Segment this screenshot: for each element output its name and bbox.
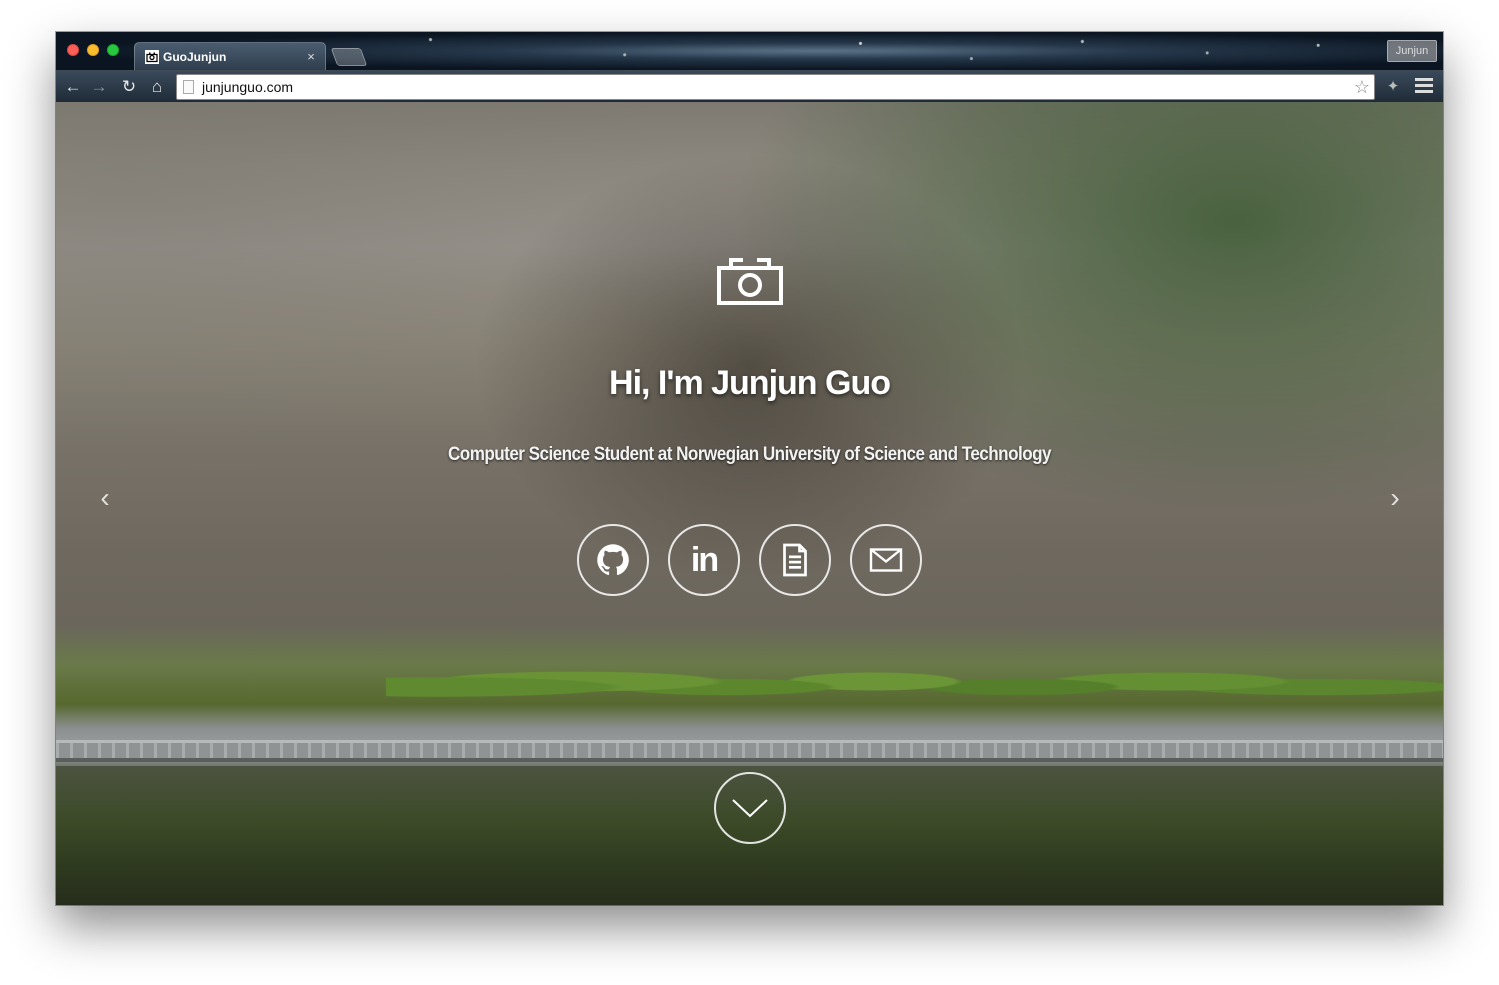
carousel-prev-icon[interactable]: ‹ [90,482,120,514]
star-icon[interactable]: ☆ [1354,77,1370,98]
back-arrow-icon[interactable]: ← [62,76,84,98]
close-window-button[interactable] [67,44,79,56]
tab-title: GuoJunjun [163,49,227,64]
carousel-next-icon[interactable]: › [1380,482,1410,514]
chevron-down-icon [732,799,768,818]
url-text[interactable]: junjunguo.com [202,79,1354,95]
browser-toolbar: ← → ↻ ⌂ junjunguo.com ☆ ✦ [56,70,1443,102]
linkedin-link[interactable]: in [668,524,740,596]
camera-favicon-icon [145,49,159,64]
maximize-window-button[interactable] [107,44,119,56]
scroll-down-button[interactable] [714,772,786,844]
hero-subtitle: Computer Science Student at Norwegian Un… [447,444,1052,465]
hero-title: Hi, I'm Junjun Guo [609,364,891,402]
browser-tab[interactable]: GuoJunjun × [134,42,326,70]
home-icon[interactable]: ⌂ [146,76,168,98]
hamburger-menu-icon[interactable] [1415,78,1433,96]
github-icon [597,544,629,575]
browser-window: GuoJunjun × Junjun ← → ↻ ⌂ junjunguo.com… [56,32,1443,905]
page-icon [183,80,194,94]
tab-close-icon[interactable]: × [303,49,319,64]
email-link[interactable] [850,524,922,596]
minimize-window-button[interactable] [87,44,99,56]
linkedin-icon: in [690,540,719,579]
forward-arrow-icon[interactable]: → [88,76,110,98]
hero-content: Hi, I'm Junjun Guo Computer Science Stud… [56,102,1443,905]
camera-logo-icon [716,256,784,306]
hero-section: Hi, I'm Junjun Guo Computer Science Stud… [56,102,1443,905]
extension-icon[interactable]: ✦ [1383,77,1403,97]
envelope-icon [869,548,903,572]
resume-link[interactable] [759,524,831,596]
address-bar[interactable]: junjunguo.com ☆ [176,74,1375,100]
new-tab-button[interactable] [330,48,368,66]
profile-button[interactable]: Junjun [1387,40,1437,62]
reload-icon[interactable]: ↻ [118,76,140,98]
github-link[interactable] [577,524,649,596]
document-icon [783,543,807,577]
browser-titlebar: GuoJunjun × Junjun [56,32,1443,70]
